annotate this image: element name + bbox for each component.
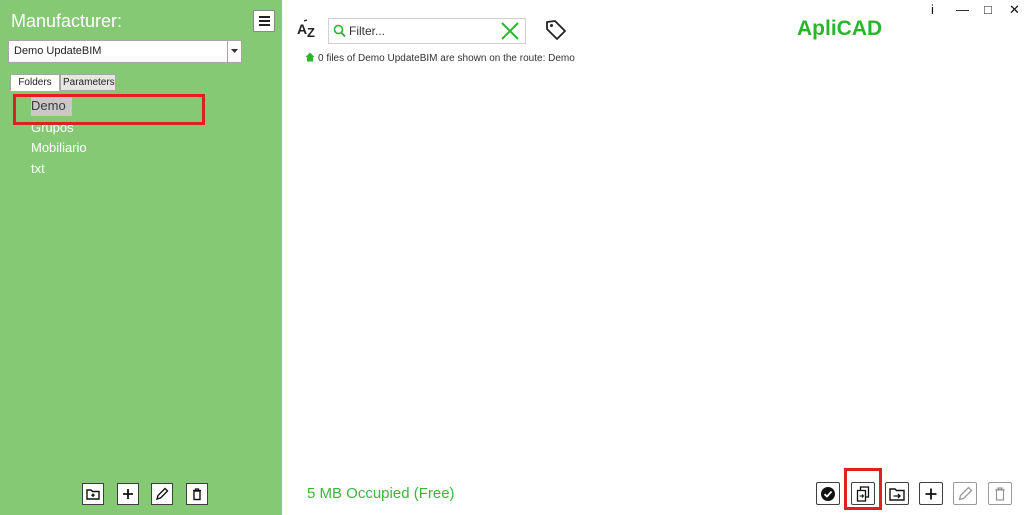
plus-icon	[925, 488, 937, 500]
tab-folders[interactable]: Folders	[10, 74, 60, 91]
search-icon	[333, 24, 346, 38]
close-button[interactable]: ✕	[1009, 2, 1020, 18]
trash-icon	[995, 487, 1005, 501]
add-file-button[interactable]	[919, 482, 943, 505]
rename-button[interactable]	[151, 483, 173, 505]
clear-x-icon[interactable]	[500, 22, 520, 40]
select-all-button[interactable]	[816, 482, 840, 505]
delete-folder-button[interactable]	[186, 483, 208, 505]
maximize-button[interactable]: □	[984, 2, 992, 17]
manufacturer-select-value: Demo UpdateBIM	[14, 45, 102, 57]
sidebar: Manufacturer: Demo UpdateBIM Folders Par…	[0, 0, 282, 515]
svg-text:A: A	[297, 21, 307, 37]
copy-files-icon	[856, 486, 870, 502]
move-to-folder-button[interactable]	[885, 482, 909, 505]
tab-parameters[interactable]: Parameters	[60, 74, 116, 91]
brand-logo-text: ApliCAD	[797, 17, 883, 40]
delete-file-button[interactable]	[988, 482, 1012, 505]
dropdown-arrow[interactable]	[227, 41, 241, 62]
folder-item-demo[interactable]: Demo	[31, 96, 72, 116]
svg-text:Z: Z	[307, 25, 315, 38]
info-button[interactable]: i	[931, 2, 934, 17]
move-to-folder-icon	[889, 488, 905, 501]
menu-button[interactable]	[253, 10, 275, 32]
plus-icon	[123, 489, 133, 499]
hamburger-menu-icon	[259, 16, 270, 26]
storage-status: 5 MB Occupied (Free)	[307, 485, 455, 502]
home-icon	[305, 52, 315, 62]
check-circle-icon	[821, 487, 835, 501]
pencil-icon	[155, 487, 169, 501]
new-folder-button[interactable]	[82, 483, 104, 505]
folder-item-mobiliario[interactable]: Mobiliario	[31, 140, 87, 155]
chevron-down-icon	[231, 49, 238, 53]
new-folder-icon	[86, 489, 100, 500]
edit-file-button[interactable]	[953, 482, 977, 505]
route-message: 0 files of Demo UpdateBIM are shown on t…	[305, 52, 575, 64]
manufacturer-label: Manufacturer:	[11, 11, 123, 31]
filter-input[interactable]	[349, 22, 499, 40]
filter-box	[328, 18, 526, 44]
tag-icon[interactable]	[545, 19, 567, 41]
sort-az-icon[interactable]: A Z	[297, 18, 319, 38]
copy-files-button[interactable]	[851, 482, 875, 505]
trash-icon	[193, 488, 201, 501]
route-message-text: 0 files of Demo UpdateBIM are shown on t…	[318, 53, 575, 64]
folder-item-txt[interactable]: txt	[31, 161, 45, 176]
pencil-icon	[958, 486, 973, 501]
folder-item-grupos[interactable]: Grupos	[31, 120, 74, 135]
minimize-button[interactable]: —	[956, 2, 969, 17]
add-button[interactable]	[117, 483, 139, 505]
manufacturer-select[interactable]: Demo UpdateBIM	[8, 40, 242, 63]
